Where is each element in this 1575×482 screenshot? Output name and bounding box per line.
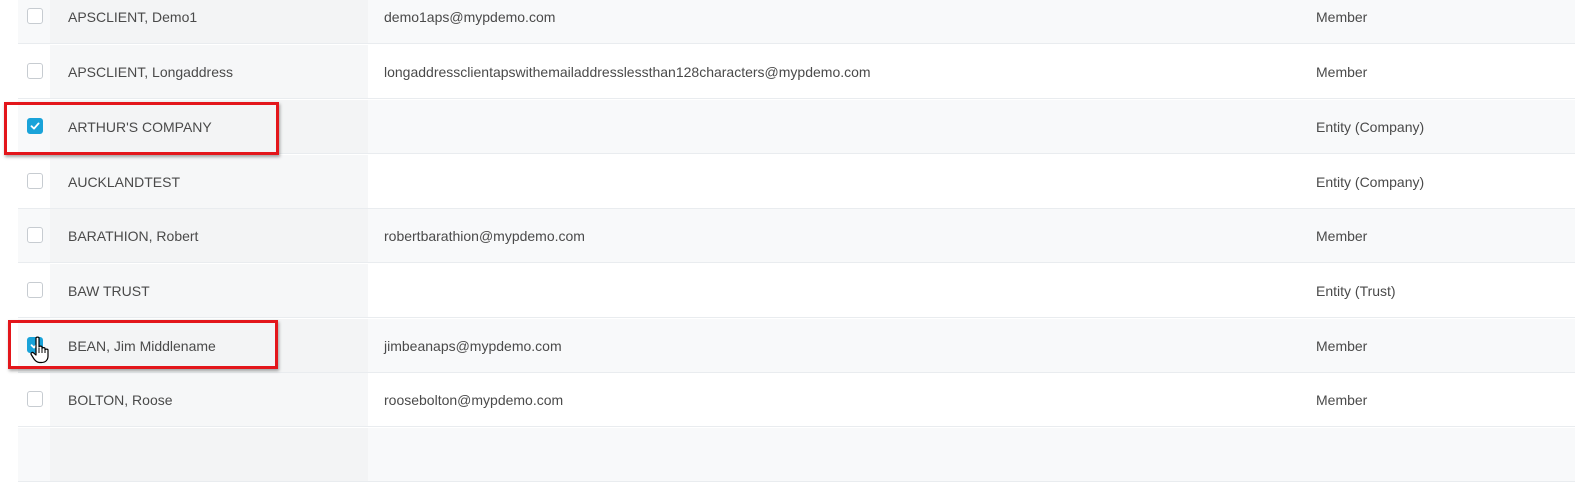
row-name: AUCKLANDTEST [68, 173, 181, 190]
table-row[interactable]: APSCLIENT, Longaddress longaddressclient… [18, 45, 1575, 99]
row-checkbox[interactable] [27, 282, 43, 298]
row-type: Member [1316, 227, 1368, 244]
row-type: Entity (Company) [1316, 173, 1425, 190]
members-table: APSCLIENT, Demo1 demo1aps@mypdemo.com Me… [0, 0, 1575, 482]
row-email: roosebolton@mypdemo.com [384, 391, 564, 408]
check-icon [30, 341, 40, 349]
row-name: BEAN, Jim Middlename [68, 337, 216, 354]
table-row[interactable]: BAW TRUST Entity (Trust) [18, 264, 1575, 318]
row-email: jimbeanaps@mypdemo.com [384, 337, 562, 354]
row-checkbox[interactable] [27, 63, 43, 79]
row-checkbox[interactable] [27, 391, 43, 407]
row-checkbox[interactable] [27, 118, 43, 134]
row-type: Entity (Trust) [1316, 282, 1396, 299]
row-email: robertbarathion@mypdemo.com [384, 227, 585, 244]
table-row[interactable]: APSCLIENT, Demo1 demo1aps@mypdemo.com Me… [18, 0, 1575, 44]
row-type: Entity (Company) [1316, 118, 1425, 135]
row-name: BAW TRUST [68, 282, 150, 299]
row-checkbox[interactable] [27, 8, 43, 24]
row-type: Member [1316, 8, 1368, 25]
row-name: APSCLIENT, Longaddress [68, 63, 233, 80]
row-type: Member [1316, 63, 1368, 80]
row-email: demo1aps@mypdemo.com [384, 8, 556, 25]
table-row[interactable]: BARATHION, Robert robertbarathion@mypdem… [18, 209, 1575, 263]
row-type: Member [1316, 391, 1368, 408]
table-row[interactable]: ARTHUR'S COMPANY Entity (Company) [18, 100, 1575, 154]
row-name: APSCLIENT, Demo1 [68, 8, 198, 25]
row-type: Member [1316, 337, 1368, 354]
row-checkbox[interactable] [27, 227, 43, 243]
row-name: BOLTON, Roose [68, 391, 173, 408]
name-cell-background [50, 428, 368, 481]
table-row[interactable]: BEAN, Jim Middlename jimbeanaps@mypdemo.… [18, 319, 1575, 373]
row-name: ARTHUR'S COMPANY [68, 118, 212, 135]
row-name: BARATHION, Robert [68, 227, 199, 244]
check-icon [30, 122, 40, 130]
row-checkbox[interactable] [27, 337, 43, 353]
row-checkbox[interactable] [27, 173, 43, 189]
table-row[interactable] [18, 428, 1575, 482]
table-row[interactable]: BOLTON, Roose roosebolton@mypdemo.com Me… [18, 373, 1575, 427]
table-row[interactable]: AUCKLANDTEST Entity (Company) [18, 155, 1575, 209]
row-email: longaddressclientapswithemailaddressless… [384, 63, 871, 80]
